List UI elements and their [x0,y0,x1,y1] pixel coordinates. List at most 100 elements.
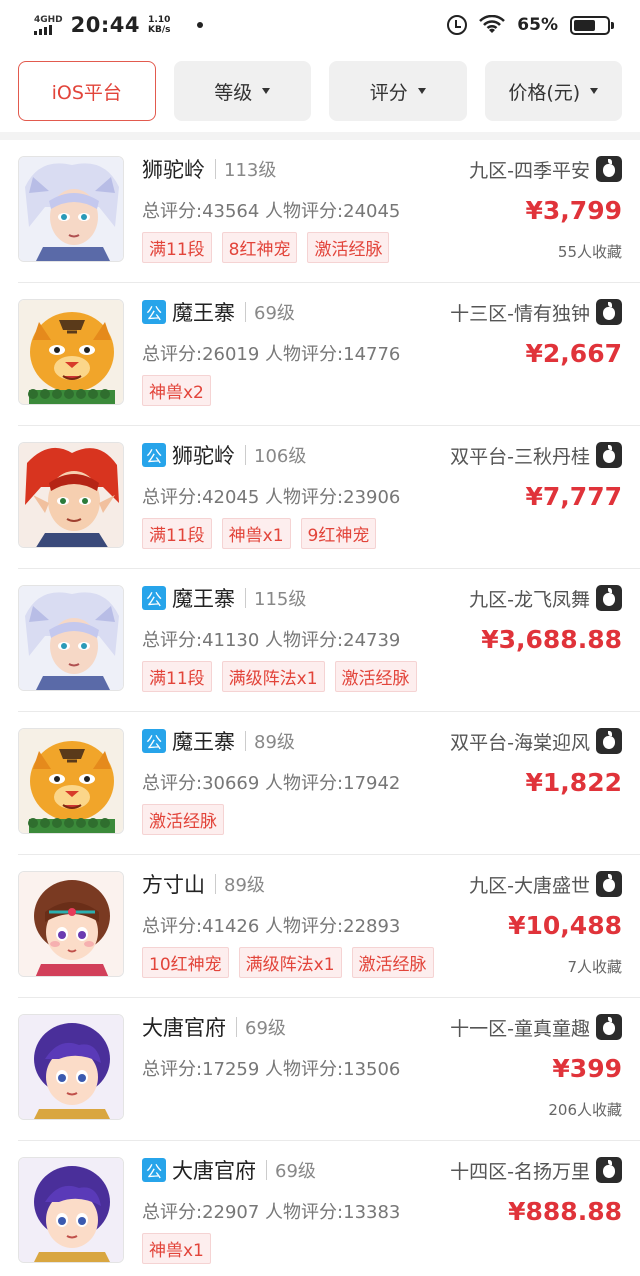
score-text: 总评分:22907 人物评分:13383 [142,1202,401,1223]
divider [236,1017,237,1037]
listing-item[interactable]: 公 魔王寨 115级 九区-龙飞凤舞 总评分:41130 人物评分:24739 … [18,569,640,712]
divider [245,588,246,608]
school-name: 大唐官府 [142,1016,226,1040]
listing-item[interactable]: 公 魔王寨 69级 十三区-情有独钟 总评分:26019 人物评分:14776 … [18,283,640,426]
public-badge: 公 [142,300,166,324]
price: ¥888.88 [508,1196,622,1226]
price: ¥2,667 [525,338,622,368]
feature-tag: 神兽x2 [142,375,211,406]
price: ¥7,777 [525,481,622,511]
divider [245,302,246,322]
score-text: 总评分:41130 人物评分:24739 [142,630,401,651]
listing-item[interactable]: 公 狮驼岭 106级 双平台-三秋丹桂 总评分:42045 人物评分:23906… [18,426,640,569]
caret-down-icon [590,88,599,94]
tiger-avatar [18,728,124,834]
alarm-icon [447,15,468,35]
listing-item[interactable]: 狮驼岭 113级 九区-四季平安 总评分:43564 人物评分:24045 ¥3… [18,140,640,283]
notification-dot-icon [196,22,203,28]
public-badge: 公 [142,729,166,753]
network-type: 4GHD [34,14,63,25]
character-level: 89级 [224,875,265,896]
school-name: 狮驼岭 [142,158,205,182]
server-name: 九区-四季平安 [469,159,590,182]
tag-list: 满11段 满级阵法x1 激活经脉 [142,661,622,692]
feature-tag: 激活经脉 [351,947,434,978]
clock: 20:44 [70,13,141,37]
apple-icon [596,871,622,897]
price: ¥1,822 [525,767,622,797]
character-level: 69级 [254,303,295,324]
network-speed: 1.10 KB/s [148,15,171,35]
divider [215,159,216,179]
listing-item[interactable]: 公 魔王寨 89级 双平台-海棠迎风 总评分:30669 人物评分:17942 … [18,712,640,855]
character-level: 115级 [254,589,307,610]
tag-list: 满11段 8红神宠 激活经脉 [142,232,622,263]
public-badge: 公 [142,443,166,467]
listing-item[interactable]: 公 大唐官府 69级 十四区-名扬万里 总评分:22907 人物评分:13383… [18,1141,640,1276]
tag-list: 满11段 神兽x1 9红神宠 [142,518,622,549]
feature-tag: 满级阵法x1 [221,661,325,692]
feature-tag: 满11段 [142,661,212,692]
girl-avatar [18,871,124,977]
divider [215,874,216,894]
apple-icon [596,156,622,182]
feature-tag: 满级阵法x1 [238,947,342,978]
apple-icon [596,299,622,325]
listing-item[interactable]: 大唐官府 69级 十一区-童真童趣 总评分:17259 人物评分:13506 ¥… [18,998,640,1141]
tag-list: 神兽x1 [142,1233,622,1264]
signal-icon: 4GHD [34,14,63,35]
score-text: 总评分:43564 人物评分:24045 [142,201,401,222]
server-name: 九区-龙飞凤舞 [469,588,590,611]
school-name: 方寸山 [142,873,205,897]
price: ¥399 [552,1053,622,1083]
favorites-count: 7人收藏 [567,958,622,976]
tiger-avatar [18,299,124,405]
character-level: 89级 [254,732,295,753]
battery-percent: 65% [517,15,558,35]
caret-down-icon [262,88,271,94]
apple-icon [596,1157,622,1183]
white-haired-avatar [18,585,124,691]
tag-list: 神兽x2 [142,375,622,406]
score-text: 总评分:17259 人物评分:13506 [142,1059,401,1080]
feature-tag: 激活经脉 [142,804,224,835]
server-name: 十四区-名扬万里 [450,1160,590,1183]
listing-list: 狮驼岭 113级 九区-四季平安 总评分:43564 人物评分:24045 ¥3… [0,140,640,1276]
score-text: 总评分:41426 人物评分:22893 [142,916,401,937]
character-level: 106级 [254,446,307,467]
white-haired-avatar [18,156,124,262]
favorites-count: 206人收藏 [548,1101,622,1119]
character-level: 69级 [245,1018,286,1039]
filter-score[interactable]: 评分 [329,61,467,121]
score-text: 总评分:30669 人物评分:17942 [142,773,401,794]
server-name: 双平台-海棠迎风 [450,731,590,754]
filter-level[interactable]: 等级 [173,61,311,121]
filter-ios-platform[interactable]: iOS平台 [18,61,156,121]
filter-price[interactable]: 价格(元) [484,61,622,121]
feature-tag: 满11段 [142,518,212,549]
status-bar: 4GHD 20:44 1.10 KB/s 65% [0,0,640,50]
apple-icon [596,728,622,754]
server-name: 十一区-童真童趣 [450,1017,590,1040]
feature-tag: 激活经脉 [307,232,390,263]
apple-icon [596,585,622,611]
tag-list: 10红神宠 满级阵法x1 激活经脉 [142,947,622,978]
apple-icon [596,442,622,468]
school-name: 大唐官府 [172,1159,256,1183]
server-name: 十三区-情有独钟 [450,302,590,325]
feature-tag: 满11段 [142,232,212,263]
price: ¥10,488 [508,910,622,940]
school-name: 魔王寨 [172,587,235,611]
character-level: 113级 [224,160,277,181]
filter-bar: iOS平台 等级 评分 价格(元) [0,50,640,140]
purple-haired-avatar [18,1014,124,1120]
feature-tag: 神兽x1 [221,518,291,549]
score-text: 总评分:26019 人物评分:14776 [142,344,401,365]
listing-item[interactable]: 方寸山 89级 九区-大唐盛世 总评分:41426 人物评分:22893 ¥10… [18,855,640,998]
feature-tag: 9红神宠 [300,518,377,549]
wifi-icon [479,15,506,33]
public-badge: 公 [142,586,166,610]
favorites-count: 55人收藏 [557,243,622,261]
feature-tag: 神兽x1 [142,1233,211,1264]
divider [266,1160,267,1180]
